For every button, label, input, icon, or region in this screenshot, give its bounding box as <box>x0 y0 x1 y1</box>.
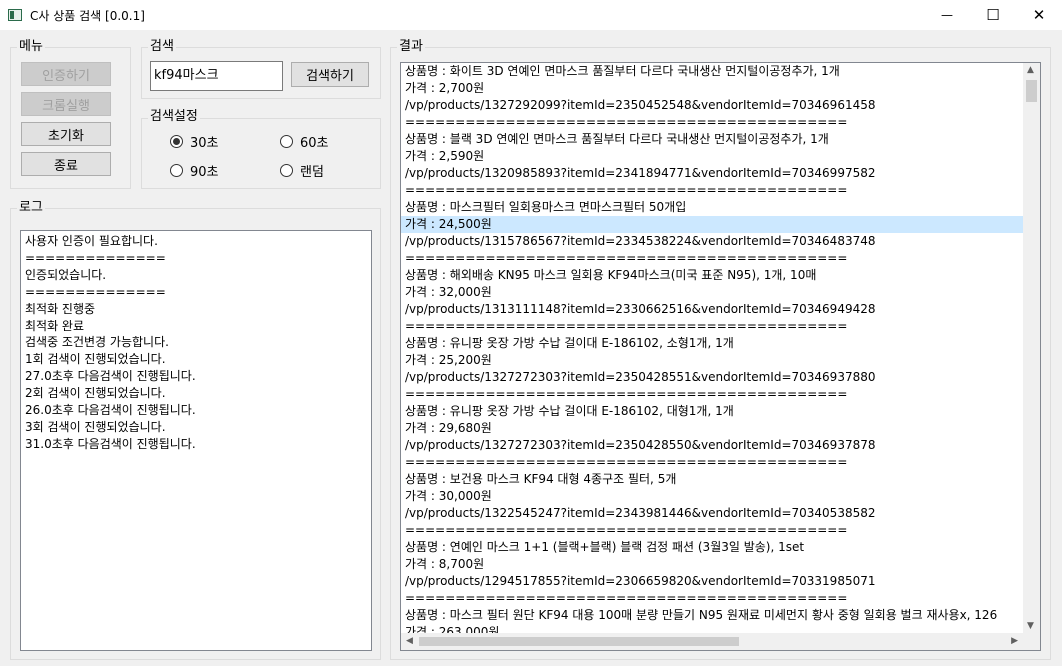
log-line: 1회 검색이 진행되었습니다. <box>25 352 166 367</box>
log-line: ============== <box>25 284 166 299</box>
scroll-right-icon[interactable]: ▶ <box>1011 636 1018 646</box>
minimize-button[interactable]: — <box>924 0 970 30</box>
log-line: 사용자 인증이 필요합니다. <box>25 234 158 248</box>
minimize-icon: — <box>941 8 953 22</box>
result-line[interactable]: 가격 : 2,590원 <box>401 148 1023 165</box>
log-line: 3회 검색이 진행되었습니다. <box>25 419 166 434</box>
radio-60s-label: 60초 <box>300 136 329 151</box>
log-line: 최적화 완료 <box>25 318 85 333</box>
radio-random-indicator <box>280 164 293 177</box>
results-group-title: 결과 <box>397 39 425 54</box>
app-icon <box>8 9 22 21</box>
log-group-title: 로그 <box>17 200 45 215</box>
auth-button[interactable]: 인증하기 <box>21 62 111 86</box>
results-horizontal-thumb[interactable] <box>419 637 739 646</box>
result-line[interactable]: 상품명 : 화이트 3D 연예인 면마스크 품질부터 다르다 국내생산 먼지털이… <box>401 63 1023 80</box>
log-line: ============== <box>25 250 166 265</box>
result-line[interactable]: ========================================… <box>401 590 1023 607</box>
result-line[interactable]: /vp/products/1327272303?itemId=235042855… <box>401 437 1023 454</box>
log-line: 27.0초후 다음검색이 진행됩니다. <box>25 369 196 384</box>
log-line: 2회 검색이 진행되었습니다. <box>25 386 166 401</box>
log-line: 26.0초후 다음검색이 진행됩니다. <box>25 403 196 418</box>
radio-90s[interactable]: 90초 <box>170 161 219 180</box>
result-line[interactable]: /vp/products/1320985893?itemId=234189477… <box>401 165 1023 182</box>
log-line: 최적화 진행중 <box>25 301 96 316</box>
result-line[interactable]: /vp/products/1322545247?itemId=234398144… <box>401 505 1023 522</box>
radio-30s-indicator <box>170 135 183 148</box>
result-line[interactable]: 가격 : 263,000원 <box>401 624 1023 633</box>
chrome-launch-button[interactable]: 크롬실행 <box>21 92 111 116</box>
window-title: C사 상품 검색 [0.0.1] <box>30 9 145 23</box>
result-line[interactable]: /vp/products/1327272303?itemId=235042855… <box>401 369 1023 386</box>
log-line: 31.0초후 다음검색이 진행됩니다. <box>25 436 196 451</box>
result-line[interactable]: ========================================… <box>401 318 1023 335</box>
result-line[interactable]: 상품명 : 블랙 3D 연예인 면마스크 품질부터 다르다 국내생산 먼지털이공… <box>401 131 1023 148</box>
menu-group-title: 메뉴 <box>17 39 45 54</box>
scrollbar-corner <box>1023 633 1040 650</box>
result-line[interactable]: 상품명 : 해외배송 KN95 마스크 일회용 KF94마스크(미국 표준 N9… <box>401 267 1023 284</box>
radio-60s[interactable]: 60초 <box>280 132 329 151</box>
search-settings-title: 검색설정 <box>148 109 200 124</box>
radio-60s-indicator <box>280 135 293 148</box>
search-button[interactable]: 검색하기 <box>291 62 369 87</box>
log-line: 검색중 조건변경 가능합니다. <box>25 335 169 350</box>
result-line[interactable]: /vp/products/1327292099?itemId=235045254… <box>401 97 1023 114</box>
result-line[interactable]: 가격 : 24,500원 <box>401 216 1023 233</box>
close-button[interactable]: ✕ <box>1016 0 1062 30</box>
result-line[interactable]: ========================================… <box>401 386 1023 403</box>
results-vertical-scrollbar[interactable]: ▲ ▼ <box>1023 63 1040 633</box>
result-line[interactable]: 가격 : 29,680원 <box>401 420 1023 437</box>
result-line[interactable]: ========================================… <box>401 182 1023 199</box>
log-list[interactable]: 사용자 인증이 필요합니다. ============== 인증되었습니다. ====… <box>20 230 372 651</box>
radio-30s-label: 30초 <box>190 136 219 151</box>
results-vertical-thumb[interactable] <box>1026 80 1037 102</box>
reset-button[interactable]: 초기화 <box>21 122 111 146</box>
result-line[interactable]: 가격 : 8,700원 <box>401 556 1023 573</box>
result-line[interactable]: 상품명 : 유니팡 옷장 가방 수납 걸이대 E-186102, 대형1개, 1… <box>401 403 1023 420</box>
result-line[interactable]: ========================================… <box>401 114 1023 131</box>
exit-button[interactable]: 종료 <box>21 152 111 176</box>
result-line[interactable]: ========================================… <box>401 250 1023 267</box>
title-bar: C사 상품 검색 [0.0.1] — ☐ ✕ <box>0 0 1062 30</box>
result-line[interactable]: 상품명 : 연예인 마스크 1+1 (블랙+블랙) 블랙 검정 패션 (3월3일… <box>401 539 1023 556</box>
result-line[interactable]: 가격 : 30,000원 <box>401 488 1023 505</box>
radio-random[interactable]: 랜덤 <box>280 161 324 180</box>
search-input[interactable]: kf94마스크 <box>150 61 283 91</box>
search-group-title: 검색 <box>148 39 176 54</box>
result-line[interactable]: /vp/products/1315786567?itemId=233453822… <box>401 233 1023 250</box>
maximize-button[interactable]: ☐ <box>970 0 1016 30</box>
maximize-icon: ☐ <box>986 6 1000 24</box>
log-line: 인증되었습니다. <box>25 267 107 282</box>
results-list[interactable]: 상품명 : 화이트 3D 연예인 면마스크 품질부터 다르다 국내생산 먼지털이… <box>400 62 1041 651</box>
result-line[interactable]: 상품명 : 마스크 필터 원단 KF94 대용 100매 분량 만들기 N95 … <box>401 607 1023 624</box>
scroll-down-icon[interactable]: ▼ <box>1027 621 1034 631</box>
result-line[interactable]: /vp/products/1313111148?itemId=233066251… <box>401 301 1023 318</box>
scroll-up-icon[interactable]: ▲ <box>1027 65 1034 75</box>
close-icon: ✕ <box>1032 6 1046 24</box>
result-line[interactable]: 가격 : 25,200원 <box>401 352 1023 369</box>
result-line[interactable]: 상품명 : 보건용 마스크 KF94 대형 4종구조 필터, 5개 <box>401 471 1023 488</box>
result-line[interactable]: ========================================… <box>401 522 1023 539</box>
result-line[interactable]: ========================================… <box>401 454 1023 471</box>
radio-30s[interactable]: 30초 <box>170 132 219 151</box>
results-horizontal-scrollbar[interactable]: ◀ ▶ <box>401 633 1023 650</box>
radio-90s-indicator <box>170 164 183 177</box>
result-line[interactable]: /vp/products/1294517855?itemId=230665982… <box>401 573 1023 590</box>
scroll-left-icon[interactable]: ◀ <box>406 636 413 646</box>
result-line[interactable]: 가격 : 32,000원 <box>401 284 1023 301</box>
result-line[interactable]: 상품명 : 마스크필터 일회용마스크 면마스크필터 50개입 <box>401 199 1023 216</box>
radio-90s-label: 90초 <box>190 165 219 180</box>
radio-random-label: 랜덤 <box>300 165 324 180</box>
result-line[interactable]: 상품명 : 유니팡 옷장 가방 수납 걸이대 E-186102, 소형1개, 1… <box>401 335 1023 352</box>
result-line[interactable]: 가격 : 2,700원 <box>401 80 1023 97</box>
